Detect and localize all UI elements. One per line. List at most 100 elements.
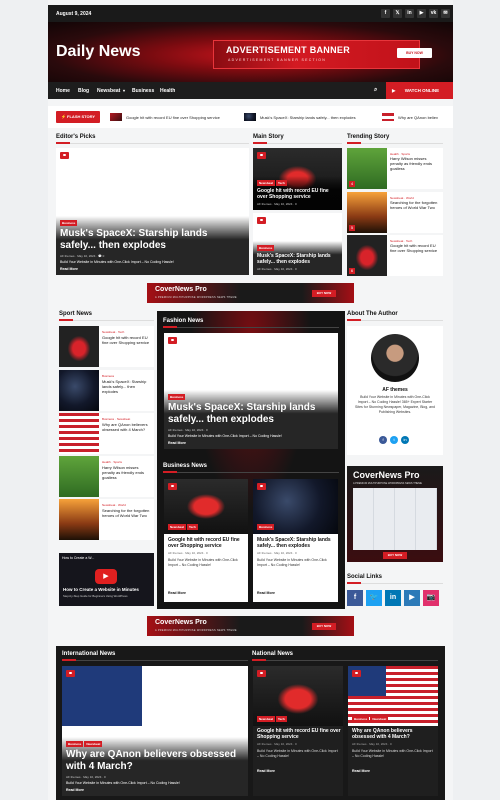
sport-headline[interactable]: Harry Wilson misses penalty as friendly … — [102, 465, 152, 480]
email-icon[interactable]: ✉ — [441, 9, 450, 18]
international-card[interactable]: Business Newsbeat Why are QAnon believers… — [62, 666, 248, 796]
search-icon[interactable]: ⌕ — [374, 87, 377, 94]
read-more-link[interactable]: Read More — [352, 769, 370, 773]
trending-headline[interactable]: Google hit with record EU fine over Shop… — [390, 243, 440, 253]
national-headline[interactable]: Google hit with record EU fine over Shop… — [257, 728, 341, 740]
sport-headline[interactable]: Google hit with record EU fine over Shop… — [102, 335, 152, 345]
category-badge[interactable]: Business — [66, 741, 84, 747]
category-badge[interactable]: Tech — [276, 180, 287, 186]
editors-pick-card[interactable]: Business Musk's SpaceX: Starship lands s… — [56, 148, 249, 275]
ad-buy-button[interactable]: BUY NOW — [383, 552, 407, 559]
sport-thumbnail[interactable] — [59, 456, 99, 497]
author-name[interactable]: AF themes — [257, 742, 272, 746]
read-more-link[interactable]: Read More — [168, 441, 334, 445]
editors-pick-headline[interactable]: Musk's SpaceX: Starship lands safely... … — [60, 228, 245, 252]
national-headline[interactable]: Why are QAnon believers obsessed with 4 … — [352, 728, 436, 740]
read-more-link[interactable]: Read More — [257, 591, 275, 595]
category-badge[interactable]: Newsbeat — [370, 716, 389, 722]
twitter-icon[interactable]: 🐦 — [366, 590, 382, 606]
chevron-down-icon[interactable]: ▾ — [123, 88, 125, 93]
trending-headline[interactable]: Harry Wilson misses penalty as friendly … — [390, 156, 440, 171]
main-story-headline[interactable]: Google hit with record EU fine over Shop… — [257, 188, 338, 200]
flash-thumbnail[interactable] — [382, 113, 394, 121]
sport-category[interactable]: Business · Newsbeat — [102, 417, 152, 421]
category-badge[interactable]: Business — [257, 245, 275, 251]
fashion-headline[interactable]: Musk's SpaceX: Starship lands safely... … — [168, 402, 334, 426]
nav-item-home[interactable]: Home — [56, 88, 70, 94]
author-name[interactable]: AF themes — [257, 202, 272, 206]
banner-buy-button[interactable]: BUY NOW — [312, 623, 336, 630]
youtube-icon[interactable]: ▶ — [404, 590, 420, 606]
author-name[interactable]: AF themes — [168, 551, 183, 555]
instagram-icon[interactable]: 📷 — [423, 590, 439, 606]
flash-thumbnail[interactable] — [110, 113, 122, 121]
facebook-icon[interactable]: f — [379, 436, 387, 444]
business-card[interactable]: Newsbeat Tech Google hit with record EU f… — [164, 479, 248, 602]
category-badge[interactable]: Tech — [187, 524, 198, 530]
read-more-link[interactable]: Read More — [257, 769, 275, 773]
category-badge[interactable]: Newsbeat — [84, 741, 103, 747]
trending-item[interactable]: 4 Health · Sports Harry Wilson misses pen… — [347, 148, 443, 189]
video-embed[interactable]: How to Create a W... ▶ How to Create a W… — [59, 553, 154, 606]
nav-item-blog[interactable]: Blog — [78, 88, 89, 94]
author-name[interactable]: AF themes — [347, 387, 443, 393]
sport-item[interactable]: Health · Sports Harry Wilson misses penal… — [59, 456, 154, 497]
sport-item[interactable]: Business · Newsbeat Why are QAnon believe… — [59, 413, 154, 454]
sport-headline[interactable]: Musk's SpaceX: Starship lands safely... … — [102, 379, 152, 394]
category-badge[interactable]: Tech — [276, 716, 287, 722]
sport-headline[interactable]: Searching for the forgotten heroes of Wo… — [102, 508, 152, 518]
international-headline[interactable]: Why are QAnon believers obsessed with 4 … — [66, 749, 244, 773]
national-card[interactable]: Newsbeat Tech Google hit with record EU f… — [253, 666, 343, 796]
trending-thumbnail[interactable]: 5 — [347, 192, 387, 233]
category-badge[interactable]: Business — [168, 394, 186, 400]
linkedin-icon[interactable]: in — [401, 436, 409, 444]
sport-thumbnail[interactable] — [59, 499, 99, 540]
avatar[interactable] — [371, 334, 419, 382]
category-badge[interactable]: Business — [257, 524, 275, 530]
business-headline[interactable]: Google hit with record EU fine over Shop… — [168, 537, 246, 549]
watch-online-button[interactable]: ▶ WATCH ONLINE — [386, 82, 453, 99]
sport-category[interactable]: Newsbeat · World — [102, 503, 152, 507]
covernews-banner[interactable]: CoverNews Pro A PREMIUM MULTIPURPOSE WOR… — [147, 616, 354, 636]
facebook-icon[interactable]: f — [347, 590, 363, 606]
sport-item[interactable]: Business Musk's SpaceX: Starship lands sa… — [59, 370, 154, 411]
flash-item[interactable]: Why are QAnon believ — [398, 115, 438, 120]
sport-category[interactable]: Health · Sports — [102, 460, 152, 464]
business-card[interactable]: Business Musk's SpaceX: Starship lands s… — [253, 479, 338, 602]
business-headline[interactable]: Musk's SpaceX: Starship lands safely... … — [257, 537, 335, 549]
advertisement-banner[interactable]: ADVERTISEMENT BANNER ADVERTISEMENT BANNE… — [213, 40, 432, 69]
ad-buy-now-button[interactable]: BUY NOW — [397, 48, 432, 58]
youtube-play-icon[interactable]: ▶ — [95, 569, 117, 584]
read-more-link[interactable]: Read More — [168, 591, 186, 595]
nav-item-health[interactable]: Health — [160, 88, 175, 94]
x-twitter-icon[interactable]: 𝕏 — [393, 9, 402, 18]
trending-item[interactable]: 6 Newsbeat · Tech Google hit with record … — [347, 235, 443, 276]
flash-item[interactable]: Google hit with record EU fine over Shop… — [126, 115, 220, 120]
covernews-banner[interactable]: CoverNews Pro A PREMIUM MULTIPURPOSE WOR… — [147, 283, 354, 303]
facebook-icon[interactable]: f — [381, 9, 390, 18]
vk-icon[interactable]: vk — [429, 9, 438, 18]
trending-thumbnail[interactable]: 4 — [347, 148, 387, 189]
author-name[interactable]: AF themes — [257, 267, 272, 271]
main-story-card[interactable]: Business Musk's SpaceX: Starship lands s… — [253, 213, 342, 275]
sport-thumbnail[interactable] — [59, 413, 99, 454]
fashion-card[interactable]: Business Musk's SpaceX: Starship lands s… — [164, 333, 338, 449]
covernews-vertical-ad[interactable]: CoverNews Pro A PREMIUM MULTIPURPOSE WOR… — [347, 466, 443, 562]
banner-buy-button[interactable]: BUY NOW — [312, 290, 336, 297]
author-name[interactable]: AF themes — [257, 551, 272, 555]
category-badge[interactable]: Business — [352, 716, 370, 722]
read-more-link[interactable]: Read More — [60, 267, 245, 271]
national-card[interactable]: Business Newsbeat Why are QAnon believers… — [348, 666, 438, 796]
author-name[interactable]: AF themes — [66, 775, 81, 779]
trending-headline[interactable]: Searching for the forgotten heroes of Wo… — [390, 200, 440, 210]
trending-thumbnail[interactable]: 6 — [347, 235, 387, 276]
category-badge[interactable]: Newsbeat — [168, 524, 187, 530]
nav-item-newsbeat[interactable]: Newsbeat — [97, 88, 120, 94]
author-name[interactable]: AF themes — [168, 428, 183, 432]
flash-item[interactable]: Musk's SpaceX: Starship lands safely... … — [260, 115, 356, 120]
nav-item-business[interactable]: Business — [132, 88, 154, 94]
main-story-card[interactable]: Newsbeat Tech Google hit with record EU f… — [253, 148, 342, 210]
sport-headline[interactable]: Why are QAnon believers obsessed with 4 … — [102, 422, 152, 432]
sport-category[interactable]: Newsbeat · Tech — [102, 330, 152, 334]
category-badge[interactable]: Business — [60, 220, 78, 226]
